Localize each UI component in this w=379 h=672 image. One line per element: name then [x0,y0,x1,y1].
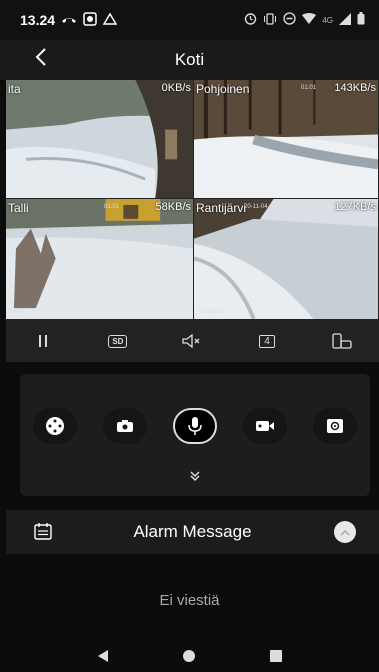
back-arrow-icon[interactable] [34,46,48,74]
camera-tile-1[interactable]: ita 0KB/s [6,80,194,199]
wifi-icon [302,12,317,28]
camera-overlay-label: Rantijärvi [198,309,224,315]
alarm-message-bar: Alarm Message [6,510,379,554]
network-type: 4G [322,15,333,25]
status-right: 4G [244,12,379,28]
camera-feed-image [194,80,378,198]
camera-timestamp: 20-11-04 [244,204,268,210]
dnd-icon [283,12,296,28]
camera-feed-image [6,199,193,319]
camera-feed-image [6,80,193,198]
target-button[interactable] [313,408,357,444]
expand-button[interactable] [20,470,370,485]
quality-button[interactable]: SD [98,326,138,356]
rotate-screen-button[interactable] [322,326,362,356]
missed-call-icon [61,12,77,28]
status-bar: 13.24 4G [0,0,379,40]
nav-recents-button[interactable] [261,644,291,668]
signal-icon [339,12,351,28]
quality-label: SD [108,334,128,348]
recents-square-icon [269,650,282,662]
camera-name: Talli [8,201,29,215]
action-panel [20,374,370,496]
empty-message: Ei viestiä [159,592,220,609]
nav-back-button[interactable] [88,644,118,668]
nav-home-button[interactable] [174,644,204,668]
alarm-title: Alarm Message [133,522,252,541]
record-icon [256,421,274,431]
photo-app-icon [83,11,97,29]
playback-controls: SD 4 [6,320,379,362]
ptz-button[interactable] [33,408,77,444]
snapshot-icon [117,420,133,432]
status-time: 13.24 [20,12,56,28]
page-title: Koti [174,50,205,69]
camera-overlay-label: Talli [10,309,21,315]
rotate-screen-icon [332,333,352,349]
camera-tile-3[interactable]: Talli 01:01 58KB/s Talli [6,199,194,320]
status-left: 13.24 [0,11,118,29]
record-button[interactable] [243,408,287,444]
mute-button[interactable] [172,326,212,356]
page-header: Koti [0,40,379,80]
camera-name: Rantijärvi [196,201,247,215]
pause-icon [39,335,48,347]
alarm-collapse-button[interactable] [334,521,356,543]
microphone-button[interactable] [173,408,217,444]
camera-bitrate: 143KB/s [334,82,376,94]
battery-icon [357,12,365,28]
camera-grid: ita 0KB/s Pohjoinen 01:01 143KB/s Talli … [6,80,379,320]
layout-label: 4 [259,334,275,348]
back-triangle-icon [98,650,109,662]
camera-timestamp: 01:01 [104,204,120,210]
action-buttons [20,408,370,444]
camera-tile-2[interactable]: Pohjoinen 01:01 143KB/s [194,80,379,199]
ptz-icon [46,417,64,435]
drive-icon [102,12,118,28]
layout-button[interactable]: 4 [247,326,287,356]
double-chevron-down-icon [190,471,200,482]
target-icon [327,419,343,433]
mute-icon [182,334,200,348]
camera-bitrate: 0KB/s [161,82,191,94]
camera-tile-4[interactable]: Rantijärvi 20-11-04 127KB/s Rantijärvi [194,199,379,320]
camera-name: Pohjoinen [196,82,250,96]
camera-bitrate: 58KB/s [155,201,191,213]
chevron-up-icon [340,529,350,536]
microphone-icon [188,417,202,435]
camera-feed-image [194,199,378,319]
alarm-icon [244,12,257,28]
system-nav-bar [0,640,379,672]
camera-timestamp: 01:01 [300,85,316,91]
camera-bitrate: 127KB/s [334,201,376,213]
pause-button[interactable] [23,326,63,356]
vibrate-icon [263,12,277,28]
snapshot-button[interactable] [103,408,147,444]
home-circle-icon [183,650,196,662]
camera-name: ita [8,82,21,96]
